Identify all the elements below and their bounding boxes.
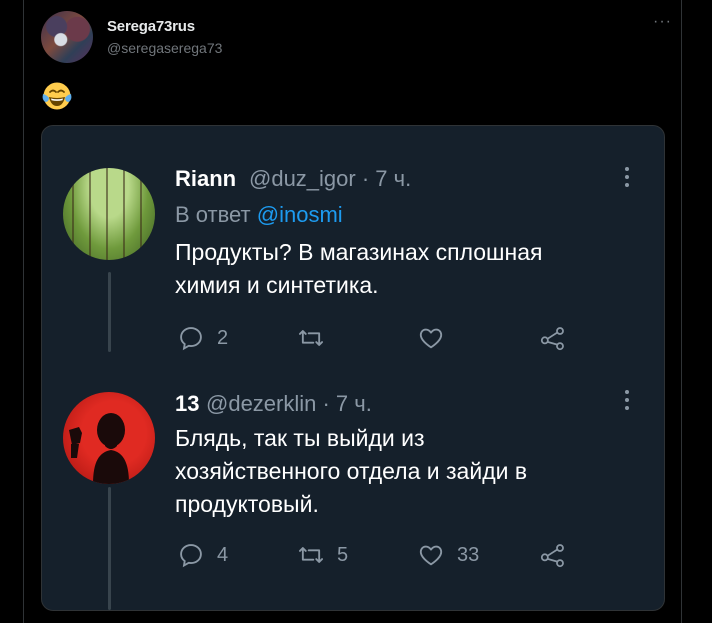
lenin-portrait-icon xyxy=(69,413,129,484)
tweet-author-handle[interactable]: @duz_igor · 7 ч. xyxy=(249,166,411,192)
avatar[interactable] xyxy=(63,392,155,484)
avatar[interactable] xyxy=(41,11,93,63)
share-icon xyxy=(540,327,564,351)
thread-line xyxy=(108,272,111,352)
column-border-left xyxy=(23,0,24,623)
reply-to-link[interactable]: @inosmi xyxy=(257,202,343,227)
tweet-author-name[interactable]: Riann xyxy=(175,166,236,192)
tweet-text-line: химия и синтетика. xyxy=(175,272,379,298)
retweet-icon xyxy=(298,330,324,346)
heart-icon xyxy=(419,328,443,349)
outer-tweet-header: Serega73rus @seregaserega73 ··· xyxy=(41,11,672,63)
reply-icon xyxy=(180,327,202,351)
retweet-count: 5 xyxy=(337,543,349,566)
author-handle[interactable]: @seregaserega73 xyxy=(107,40,222,56)
column-border-right xyxy=(681,0,682,623)
tweet-text-line: хозяйственного отдела и зайди в xyxy=(175,458,528,484)
reply-context: В ответ @inosmi xyxy=(175,202,343,228)
reply-icon xyxy=(180,544,202,568)
share-button[interactable] xyxy=(539,541,567,569)
tweet-author-handle[interactable]: @dezerklin · 7 ч. xyxy=(206,391,372,417)
reply-count: 2 xyxy=(217,326,229,349)
tweet-text: Блядь, так ты выйди из хозяйственного от… xyxy=(175,422,527,521)
avatar[interactable] xyxy=(63,168,155,260)
share-icon xyxy=(540,544,564,568)
like-count: 33 xyxy=(457,543,480,566)
tweet-text: Продукты? В магазинах сплошная химия и с… xyxy=(175,236,542,302)
reply-button[interactable]: 4 xyxy=(177,541,228,569)
more-options-icon[interactable] xyxy=(624,167,630,191)
retweet-icon xyxy=(298,547,324,563)
reply-prefix: В ответ xyxy=(175,202,251,227)
more-options-icon[interactable] xyxy=(624,390,630,414)
embedded-thread-card[interactable]: Riann @duz_igor · 7 ч. В ответ @inosmi П… xyxy=(41,125,665,611)
reply-button[interactable]: 2 xyxy=(177,324,228,352)
tweet-text-line: продуктовый. xyxy=(175,491,319,517)
more-options-icon[interactable]: ··· xyxy=(653,13,672,31)
like-button[interactable] xyxy=(417,324,445,352)
tweet-author-name[interactable]: 13 xyxy=(175,391,199,417)
share-button[interactable] xyxy=(539,324,567,352)
like-button[interactable]: 33 xyxy=(417,541,479,569)
author-name[interactable]: Serega73rus xyxy=(107,18,195,35)
face-with-tears-of-joy-icon xyxy=(42,82,72,110)
reply-count: 4 xyxy=(217,543,229,566)
retweet-button[interactable] xyxy=(297,324,325,352)
heart-icon xyxy=(419,545,443,566)
retweet-button[interactable]: 5 xyxy=(297,541,348,569)
tweet-text-line: Продукты? В магазинах сплошная xyxy=(175,239,543,265)
thread-line xyxy=(108,487,111,610)
tweet-text-line: Блядь, так ты выйди из xyxy=(175,425,425,451)
